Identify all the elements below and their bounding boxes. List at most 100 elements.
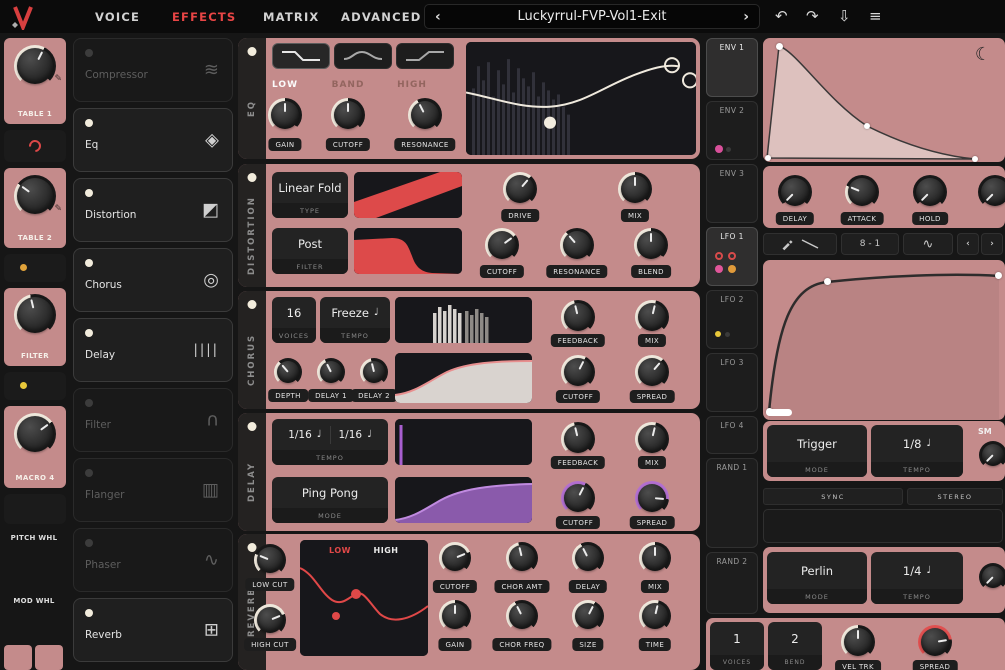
chorus-spread-knob[interactable]	[635, 355, 669, 389]
mod-wheel[interactable]	[35, 645, 63, 670]
chorus-mix-knob[interactable]	[635, 300, 669, 334]
effect-enable-dot[interactable]	[85, 329, 93, 337]
reverb-choramt-knob[interactable]	[506, 542, 538, 574]
lfo-mode-value[interactable]: Trigger	[767, 425, 867, 462]
mod-source-env3[interactable]: ENV 3	[706, 164, 758, 223]
reverb-eq-display[interactable]	[300, 540, 428, 656]
edit-icon[interactable]: ✎	[54, 204, 62, 214]
delay-mix-knob[interactable]	[635, 422, 669, 456]
spread-knob[interactable]	[918, 625, 952, 659]
preset-browser[interactable]: ‹ Luckyrrul-FVP-Vol1-Exit ›	[424, 4, 760, 29]
lfo-mode-selector[interactable]: Trigger MODE	[767, 425, 867, 477]
table2-knob[interactable]	[14, 175, 56, 217]
effects-list-item-chorus[interactable]: Chorus ◎	[73, 248, 233, 312]
table1-mod-indicator[interactable]	[4, 130, 66, 162]
chorus-voices-selector[interactable]: 16 VOICES	[272, 297, 316, 343]
delay-feedback-knob[interactable]	[561, 422, 595, 456]
reverb-highcut-knob[interactable]	[254, 604, 286, 636]
preset-name[interactable]: Luckyrrul-FVP-Vol1-Exit	[517, 9, 666, 24]
effects-list-item-phaser[interactable]: Phaser ∿	[73, 528, 233, 592]
reverb-size-knob[interactable]	[572, 600, 604, 632]
eq-band-high-label[interactable]: HIGH	[397, 80, 427, 90]
effect-enable-dot[interactable]	[85, 189, 93, 197]
rand-mode-selector[interactable]: Perlin MODE	[767, 552, 867, 604]
effects-list-item-distortion[interactable]: Distortion ◩	[73, 178, 233, 242]
bend-selector[interactable]: 2 BEND	[768, 622, 822, 670]
lfo-tempo-selector[interactable]: 1/8 ♩ TEMPO	[871, 425, 963, 477]
undo-icon[interactable]: ↶	[775, 7, 788, 25]
distortion-mix-knob[interactable]	[618, 172, 652, 206]
chorus-cutoff-knob[interactable]	[561, 355, 595, 389]
lfo-draw-tool[interactable]	[763, 233, 837, 255]
rand-tempo-value[interactable]: 1/4	[903, 564, 922, 578]
effect-enable-dot[interactable]	[85, 259, 93, 267]
chorus-tempo-value[interactable]: Freeze	[331, 306, 369, 320]
lfo-grid-value[interactable]: 8 - 1	[860, 239, 880, 249]
lfo-point-handle[interactable]	[995, 272, 1002, 279]
distortion-filter-value[interactable]: Post	[272, 228, 348, 259]
filter-mod-indicator[interactable]	[4, 372, 66, 400]
reverb-graph-low-label[interactable]: LOW	[329, 546, 351, 555]
table1-knob[interactable]	[14, 45, 56, 87]
env-decay-knob-partial[interactable]	[978, 175, 1005, 209]
lfo-tempo-value[interactable]: 1/8	[903, 437, 922, 451]
distortion-drive-knob[interactable]	[503, 172, 537, 206]
eq-band-band-label[interactable]: BAND	[332, 80, 365, 90]
effect-enable-dot[interactable]	[85, 399, 93, 407]
delay-tempo-selector[interactable]: 1/16 ♩ 1/16 ♩ TEMPO	[272, 419, 388, 465]
delay-mode-selector[interactable]: Ping Pong MODE	[272, 477, 388, 523]
distortion-filter-selector[interactable]: Post FILTER	[272, 228, 348, 274]
redo-icon[interactable]: ↷	[806, 7, 819, 25]
chorus-delay2-knob[interactable]	[360, 358, 388, 386]
distortion-shape-display[interactable]	[354, 172, 462, 218]
chorus-delays-display[interactable]	[395, 297, 532, 343]
lfo-point-handle[interactable]	[824, 278, 831, 285]
chorus-voices-value[interactable]: 16	[272, 297, 316, 328]
env-attack-knob[interactable]	[845, 175, 879, 209]
tab-advanced[interactable]: ADVANCED	[341, 0, 422, 33]
delay-filter-display[interactable]	[395, 477, 532, 523]
delay-tempo-left-value[interactable]: 1/16	[288, 429, 312, 441]
eq-gain-knob[interactable]	[268, 98, 302, 132]
effects-list-item-filter[interactable]: Filter ∩	[73, 388, 233, 452]
mod-source-rand2[interactable]: RAND 2	[706, 552, 758, 614]
envelope-decay-handle[interactable]	[864, 123, 870, 129]
lfo-smooth-knob-partial[interactable]	[979, 441, 1005, 469]
reverb-gain-knob[interactable]	[439, 600, 471, 632]
distortion-filter-display[interactable]	[354, 228, 462, 274]
edit-icon[interactable]: ✎	[54, 74, 62, 84]
distortion-blend-knob[interactable]	[634, 228, 668, 262]
mod-source-env1[interactable]: ENV 1	[706, 38, 758, 97]
rand-knob-partial[interactable]	[979, 563, 1005, 591]
lfo-display[interactable]	[763, 260, 1005, 420]
eq-cutoff-knob[interactable]	[331, 98, 365, 132]
chorus-feedback-knob[interactable]	[561, 300, 595, 334]
tab-matrix[interactable]: MATRIX	[263, 0, 320, 33]
tempo-note-icon[interactable]: ♩	[926, 438, 931, 449]
preset-next-icon[interactable]: ›	[743, 9, 749, 25]
effects-list-item-compressor[interactable]: Compressor ≋	[73, 38, 233, 102]
vel-trk-knob[interactable]	[841, 625, 875, 659]
delay-spread-knob[interactable]	[635, 481, 669, 515]
tempo-note-icon[interactable]: ♩	[367, 429, 372, 440]
mod-source-lfo3[interactable]: LFO 3	[706, 353, 758, 412]
eq-band-low-label[interactable]: LOW	[272, 80, 298, 90]
eq-high-shelf-tab[interactable]	[396, 43, 454, 69]
effects-list-item-flanger[interactable]: Flanger ▥	[73, 458, 233, 522]
distortion-resonance-knob[interactable]	[560, 228, 594, 262]
eq-frequency-display[interactable]	[466, 42, 696, 155]
lfo-next-shape-button[interactable]: ›	[981, 233, 1003, 255]
mod-source-lfo4[interactable]: LFO 4	[706, 416, 758, 454]
envelope-end-handle[interactable]	[972, 156, 978, 162]
delay-power-dot[interactable]	[247, 422, 257, 431]
table2-mod-indicator[interactable]	[4, 254, 66, 282]
chorus-depth-knob[interactable]	[274, 358, 302, 386]
pitch-wheel[interactable]	[4, 645, 32, 670]
menu-icon[interactable]: ≡	[869, 7, 882, 25]
delay-cutoff-knob[interactable]	[561, 481, 595, 515]
preset-prev-icon[interactable]: ‹	[435, 9, 441, 25]
effects-list-item-delay[interactable]: Delay ||||	[73, 318, 233, 382]
reverb-lowcut-knob[interactable]	[254, 544, 286, 576]
vital-logo-icon[interactable]	[10, 4, 36, 30]
eq-resonance-knob[interactable]	[408, 98, 442, 132]
